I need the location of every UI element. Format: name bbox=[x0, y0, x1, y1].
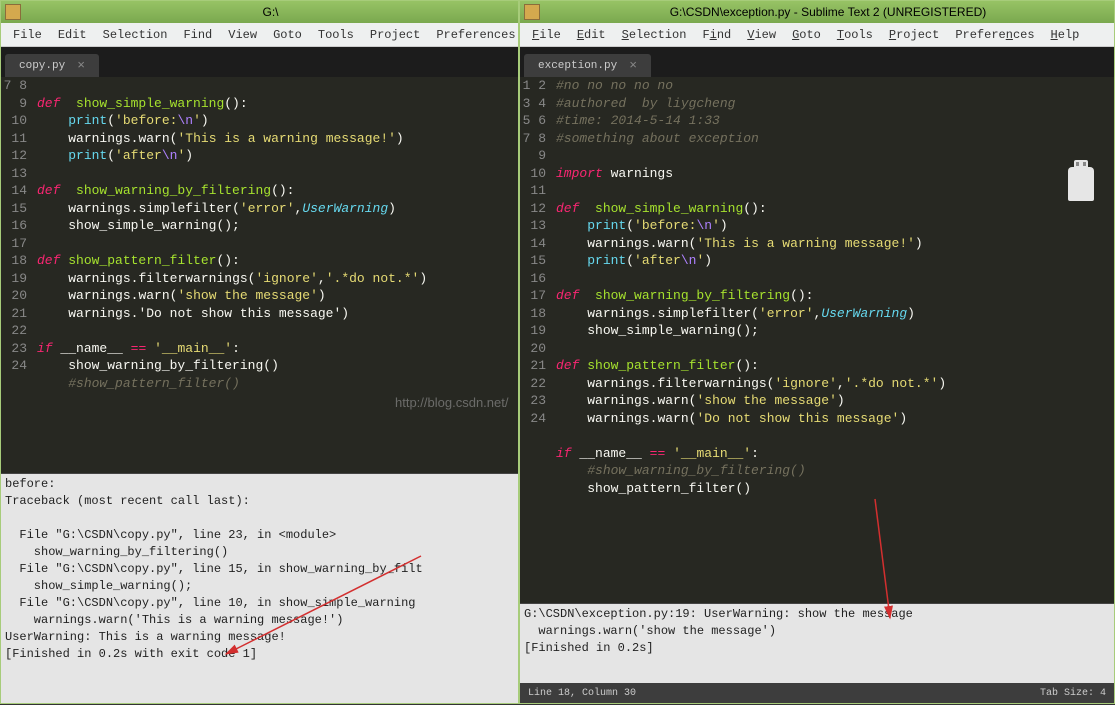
menu-goto[interactable]: Goto bbox=[265, 26, 310, 44]
title-text-right: G:\CSDN\exception.py - Sublime Text 2 (U… bbox=[546, 5, 1110, 19]
code-right[interactable]: #no no no no no #authored by liygcheng #… bbox=[552, 77, 1114, 603]
code-left[interactable]: def show_simple_warning(): print('before… bbox=[33, 77, 518, 473]
gutter-left: 7 8 9 10 11 12 13 14 15 16 17 18 19 20 2… bbox=[1, 77, 33, 473]
tab-label: copy.py bbox=[19, 60, 65, 72]
titlebar-left: G:\ bbox=[1, 1, 518, 23]
editor-right[interactable]: 1 2 3 4 5 6 7 8 9 10 11 12 13 14 15 16 1… bbox=[520, 77, 1114, 603]
menu-find[interactable]: Find bbox=[175, 26, 220, 44]
menu-file[interactable]: File bbox=[5, 26, 50, 44]
watermark: http://blog.csdn.net/ bbox=[395, 395, 508, 410]
window-right: G:\CSDN\exception.py - Sublime Text 2 (U… bbox=[519, 0, 1115, 704]
menu-tools[interactable]: Tools bbox=[310, 26, 362, 44]
menubar-left: File Edit Selection Find View Goto Tools… bbox=[1, 23, 518, 47]
menu-preferences[interactable]: Preferences bbox=[428, 26, 523, 44]
gutter-right: 1 2 3 4 5 6 7 8 9 10 11 12 13 14 15 16 1… bbox=[520, 77, 552, 603]
menu-preferences[interactable]: Preferences bbox=[947, 26, 1042, 44]
menubar-right: File Edit Selection Find View Goto Tools… bbox=[520, 23, 1114, 47]
menu-help[interactable]: Help bbox=[1043, 26, 1088, 44]
app-icon bbox=[524, 4, 540, 20]
title-text-left: G:\ bbox=[27, 5, 514, 19]
menu-view[interactable]: View bbox=[220, 26, 265, 44]
menu-selection[interactable]: Selection bbox=[614, 26, 695, 44]
menu-tools[interactable]: Tools bbox=[829, 26, 881, 44]
window-left: G:\ File Edit Selection Find View Goto T… bbox=[0, 0, 519, 704]
console-right[interactable]: G:\CSDN\exception.py:19: UserWarning: sh… bbox=[520, 603, 1114, 683]
menu-file[interactable]: File bbox=[524, 26, 569, 44]
tab-copy[interactable]: copy.py × bbox=[5, 54, 99, 77]
menu-goto[interactable]: Goto bbox=[784, 26, 829, 44]
close-icon[interactable]: × bbox=[629, 58, 637, 73]
close-icon[interactable]: × bbox=[77, 58, 85, 73]
status-cursor: Line 18, Column 30 bbox=[528, 688, 636, 699]
menu-edit[interactable]: Edit bbox=[50, 26, 95, 44]
menu-view[interactable]: View bbox=[739, 26, 784, 44]
editor-left[interactable]: 7 8 9 10 11 12 13 14 15 16 17 18 19 20 2… bbox=[1, 77, 518, 473]
status-tabsize[interactable]: Tab Size: 4 bbox=[1040, 688, 1106, 699]
tabbar-right: exception.py × bbox=[520, 47, 1114, 77]
menu-find[interactable]: Find bbox=[694, 26, 739, 44]
console-left[interactable]: before: Traceback (most recent call last… bbox=[1, 473, 518, 703]
menu-project[interactable]: Project bbox=[362, 26, 428, 44]
menu-edit[interactable]: Edit bbox=[569, 26, 614, 44]
statusbar: Line 18, Column 30 Tab Size: 4 bbox=[520, 683, 1114, 703]
usb-icon bbox=[1068, 167, 1094, 201]
menu-project[interactable]: Project bbox=[881, 26, 947, 44]
tab-exception[interactable]: exception.py × bbox=[524, 54, 651, 77]
app-icon bbox=[5, 4, 21, 20]
menu-selection[interactable]: Selection bbox=[95, 26, 176, 44]
titlebar-right: G:\CSDN\exception.py - Sublime Text 2 (U… bbox=[520, 1, 1114, 23]
tab-label: exception.py bbox=[538, 60, 617, 72]
tabbar-left: copy.py × bbox=[1, 47, 518, 77]
